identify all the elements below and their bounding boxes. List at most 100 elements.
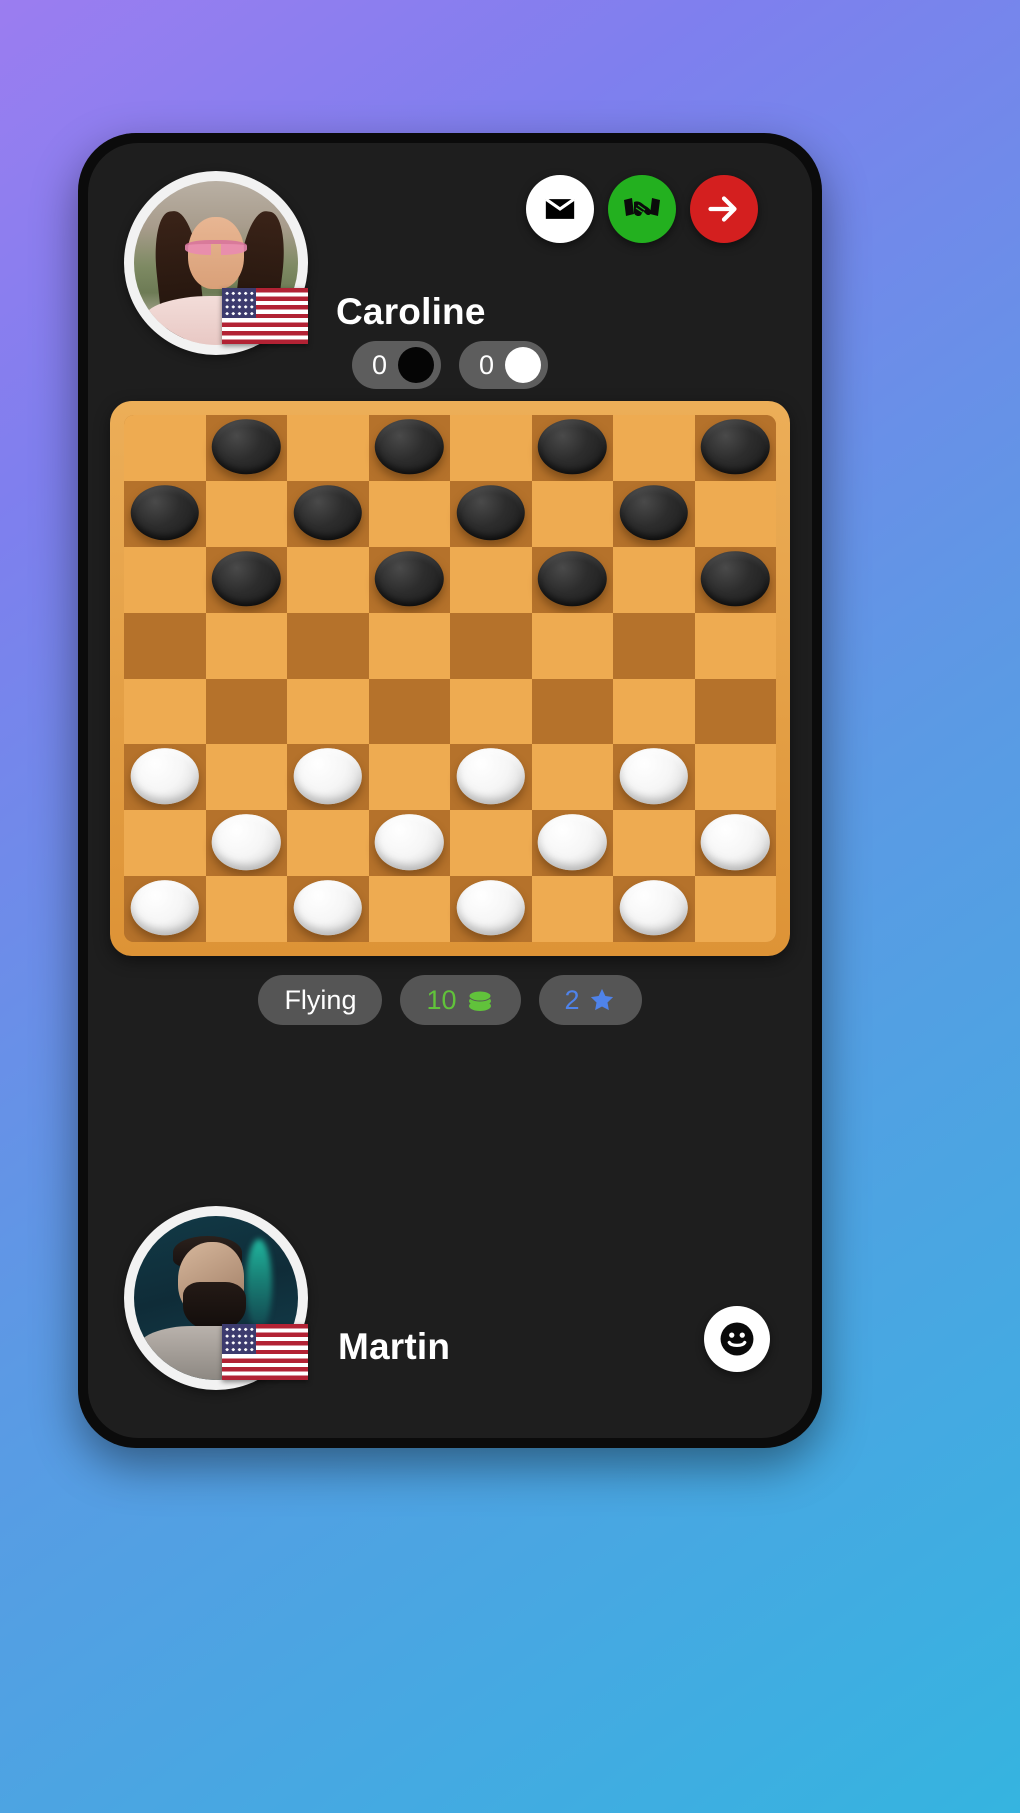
board-square-r7c0[interactable] [124,876,206,942]
board-square-r0c1[interactable] [205,415,287,481]
black-piece[interactable] [293,485,362,541]
board-square-r0c3[interactable] [368,415,450,481]
black-piece[interactable] [130,485,199,541]
board-square-r3c6[interactable] [613,612,695,679]
board-square-r7c2[interactable] [287,876,369,942]
white-piece[interactable] [212,814,281,870]
board-square-r5c2[interactable] [287,744,369,811]
board-square-r6c6[interactable] [613,810,695,877]
board-square-r3c1[interactable] [205,612,287,679]
handshake-icon [624,198,660,217]
board-square-r6c3[interactable] [368,810,450,877]
board-square-r0c6[interactable] [613,415,695,481]
board-square-r2c3[interactable] [368,546,450,613]
black-piece[interactable] [375,550,444,607]
black-piece[interactable] [701,550,770,607]
board-square-r2c2[interactable] [287,546,369,613]
board-square-r4c5[interactable] [531,678,613,745]
board-square-r2c5[interactable] [531,546,613,613]
board-square-r6c1[interactable] [205,810,287,877]
score-row: 0 0 [88,341,812,389]
board-square-r3c7[interactable] [694,612,776,679]
board-square-r6c4[interactable] [450,810,532,877]
black-piece[interactable] [538,419,607,475]
board-square-r2c7[interactable] [694,546,776,613]
board-square-r3c4[interactable] [450,612,532,679]
board-square-r3c2[interactable] [287,612,369,679]
board-square-r0c4[interactable] [450,415,532,481]
board-square-r1c4[interactable] [450,480,532,547]
board-square-r6c7[interactable] [694,810,776,877]
white-piece[interactable] [701,814,770,870]
black-piece[interactable] [619,485,688,541]
black-piece[interactable] [701,419,770,475]
rating-pill[interactable]: 2 [538,975,642,1025]
black-piece[interactable] [538,550,607,607]
board-square-r1c6[interactable] [613,480,695,547]
board-square-r1c3[interactable] [368,480,450,547]
coins-pill[interactable]: 10 [400,975,521,1025]
board-square-r3c5[interactable] [531,612,613,679]
white-piece[interactable] [456,748,525,804]
board-square-r5c4[interactable] [450,744,532,811]
message-button[interactable] [526,175,594,243]
board-square-r1c7[interactable] [694,480,776,547]
black-piece[interactable] [212,550,281,607]
board-square-r1c5[interactable] [531,480,613,547]
phone-frame: Caroline 0 0 Flying 10 2 Martin [78,133,822,1448]
board-square-r3c3[interactable] [368,612,450,679]
board-square-r2c1[interactable] [205,546,287,613]
white-piece[interactable] [375,814,444,870]
white-piece[interactable] [130,880,199,936]
board-square-r7c5[interactable] [531,876,613,942]
board-square-r5c5[interactable] [531,744,613,811]
board-square-r1c0[interactable] [124,480,206,547]
board-square-r2c4[interactable] [450,546,532,613]
board-square-r6c2[interactable] [287,810,369,877]
board-square-r4c6[interactable] [613,678,695,745]
board-square-r4c7[interactable] [694,678,776,745]
black-piece[interactable] [375,419,444,475]
emoji-button[interactable] [704,1306,770,1372]
draw-button[interactable] [608,175,676,243]
white-piece[interactable] [456,880,525,936]
board-square-r2c0[interactable] [124,546,206,613]
variant-pill[interactable]: Flying [258,975,383,1025]
white-piece[interactable] [130,748,199,804]
checkers-board[interactable] [124,415,776,942]
board-square-r7c7[interactable] [694,876,776,942]
black-piece[interactable] [212,419,281,475]
board-square-r0c0[interactable] [124,415,206,481]
board-square-r7c6[interactable] [613,876,695,942]
top-player-flag-us [222,288,308,344]
board-square-r1c1[interactable] [205,480,287,547]
board-square-r2c6[interactable] [613,546,695,613]
board-square-r0c7[interactable] [694,415,776,481]
board-square-r4c4[interactable] [450,678,532,745]
board-square-r3c0[interactable] [124,612,206,679]
resign-button[interactable] [690,175,758,243]
board-square-r7c3[interactable] [368,876,450,942]
board-square-r0c5[interactable] [531,415,613,481]
white-piece[interactable] [619,880,688,936]
black-piece[interactable] [456,485,525,541]
board-square-r4c1[interactable] [205,678,287,745]
white-piece[interactable] [538,814,607,870]
board-square-r6c0[interactable] [124,810,206,877]
board-square-r6c5[interactable] [531,810,613,877]
white-piece[interactable] [293,880,362,936]
board-square-r1c2[interactable] [287,480,369,547]
board-square-r5c1[interactable] [205,744,287,811]
board-square-r7c4[interactable] [450,876,532,942]
board-square-r7c1[interactable] [205,876,287,942]
board-square-r5c7[interactable] [694,744,776,811]
white-piece[interactable] [619,748,688,804]
board-square-r5c0[interactable] [124,744,206,811]
board-square-r4c3[interactable] [368,678,450,745]
white-piece[interactable] [293,748,362,804]
board-square-r4c0[interactable] [124,678,206,745]
board-square-r0c2[interactable] [287,415,369,481]
board-square-r5c6[interactable] [613,744,695,811]
board-square-r4c2[interactable] [287,678,369,745]
board-square-r5c3[interactable] [368,744,450,811]
